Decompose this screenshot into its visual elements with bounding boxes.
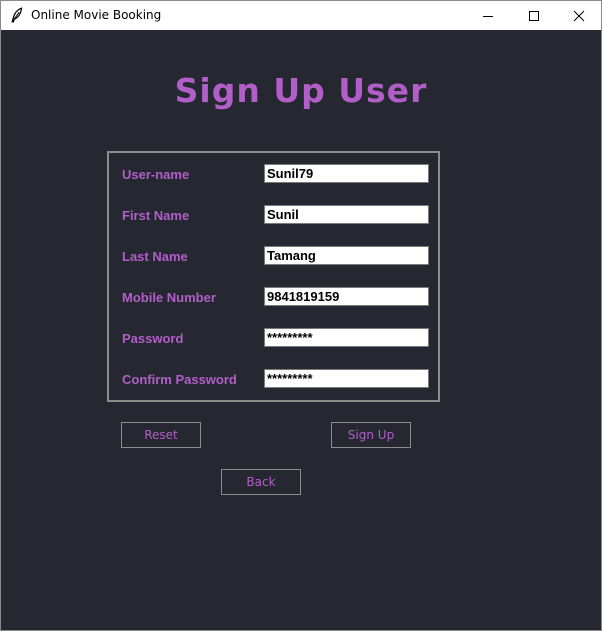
username-label: User-name	[122, 167, 190, 182]
first-name-input[interactable]	[264, 205, 429, 224]
app-window: Online Movie Booking Sign Up User User-n…	[0, 0, 602, 631]
password-input[interactable]	[264, 328, 429, 347]
maximize-icon	[529, 10, 539, 21]
window-title: Online Movie Booking	[31, 8, 162, 22]
mobile-number-label: Mobile Number	[122, 290, 216, 305]
feather-icon	[11, 7, 23, 23]
first-name-label: First Name	[122, 208, 190, 223]
minimize-icon	[483, 15, 493, 17]
page-title: Sign Up User	[174, 71, 428, 110]
close-button[interactable]	[556, 1, 602, 30]
close-icon	[573, 10, 585, 21]
mobile-number-input[interactable]	[264, 287, 429, 306]
signup-form: User-name First Name Last Name Mobile Nu…	[107, 151, 440, 402]
confirm-password-label: Confirm Password	[122, 372, 237, 387]
username-input[interactable]	[264, 164, 429, 183]
title-bar[interactable]: Online Movie Booking	[1, 1, 601, 30]
maximize-button[interactable]	[511, 1, 557, 30]
confirm-password-input[interactable]	[264, 369, 429, 388]
reset-button[interactable]: Reset	[121, 422, 201, 448]
last-name-input[interactable]	[264, 246, 429, 265]
password-label: Password	[122, 331, 184, 346]
back-button[interactable]: Back	[221, 469, 301, 495]
sign-up-button[interactable]: Sign Up	[331, 422, 411, 448]
last-name-label: Last Name	[122, 249, 188, 264]
minimize-button[interactable]	[465, 1, 511, 30]
